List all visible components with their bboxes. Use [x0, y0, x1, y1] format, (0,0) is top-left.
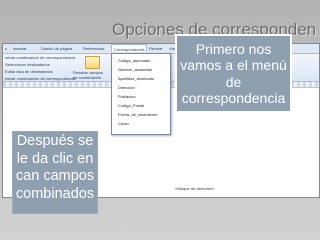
merge-field-item[interactable]: Curso — [118, 121, 129, 126]
callout-text-line: correspondencia — [181, 89, 286, 106]
tab-references[interactable]: Referencias — [83, 46, 104, 51]
highlight-fields-icon[interactable] — [85, 56, 100, 69]
merge-field-item[interactable]: Codigo_Postal — [118, 103, 144, 108]
callout-text-line: combinados — [15, 185, 95, 202]
merge-field-item[interactable]: Fecha_de_nacimiento — [118, 112, 157, 117]
group-label-start: Iniciar combinación de correspondencia — [5, 76, 76, 81]
tab-insert[interactable]: Insertar — [13, 46, 27, 51]
tab-review[interactable]: Revisar — [149, 46, 163, 51]
callout-merge-fields: Después se le da clic en can campos comb… — [12, 131, 98, 214]
select-recipients-button[interactable]: Seleccionar destinatarios — [5, 62, 50, 67]
merge-field-item[interactable]: Nombre_alumnado — [118, 67, 152, 72]
address-block-field: «Bloque de dirección» — [175, 186, 215, 191]
tab-page-layout[interactable]: Diseño de página — [41, 46, 72, 51]
merge-field-item[interactable]: Poblacion — [118, 94, 136, 99]
start-mail-merge-button[interactable]: iniciar combinación de correspondencia — [5, 55, 75, 60]
merge-field-dropdown: Codigo_alumnado Nombre_alumnado Apellido… — [111, 53, 171, 135]
callout-text-line: de — [225, 73, 242, 90]
merge-field-item[interactable]: Direccion — [118, 85, 135, 90]
callout-text-line: Después se — [16, 133, 94, 149]
callout-mailings-menu: Primero nos vamos a el menú de correspon… — [175, 34, 292, 113]
callout-text-line: le da clic en — [16, 150, 94, 167]
callout-text-line: can campos — [15, 168, 95, 184]
callout-text-line: Primero nos — [195, 41, 272, 57]
merge-field-item[interactable]: Apellidos_alumnado — [118, 76, 154, 81]
highlight-fields-label-2: de combinación — [73, 75, 102, 80]
tab-mailings[interactable]: Correspondencia — [111, 44, 148, 52]
tab-home[interactable]: o — [5, 46, 7, 51]
callout-text-line: vamos a el menú — [180, 57, 287, 74]
edit-recipient-list-button[interactable]: Editar lista de destinatarios — [5, 69, 53, 74]
merge-field-item[interactable]: Codigo_alumnado — [118, 58, 150, 63]
